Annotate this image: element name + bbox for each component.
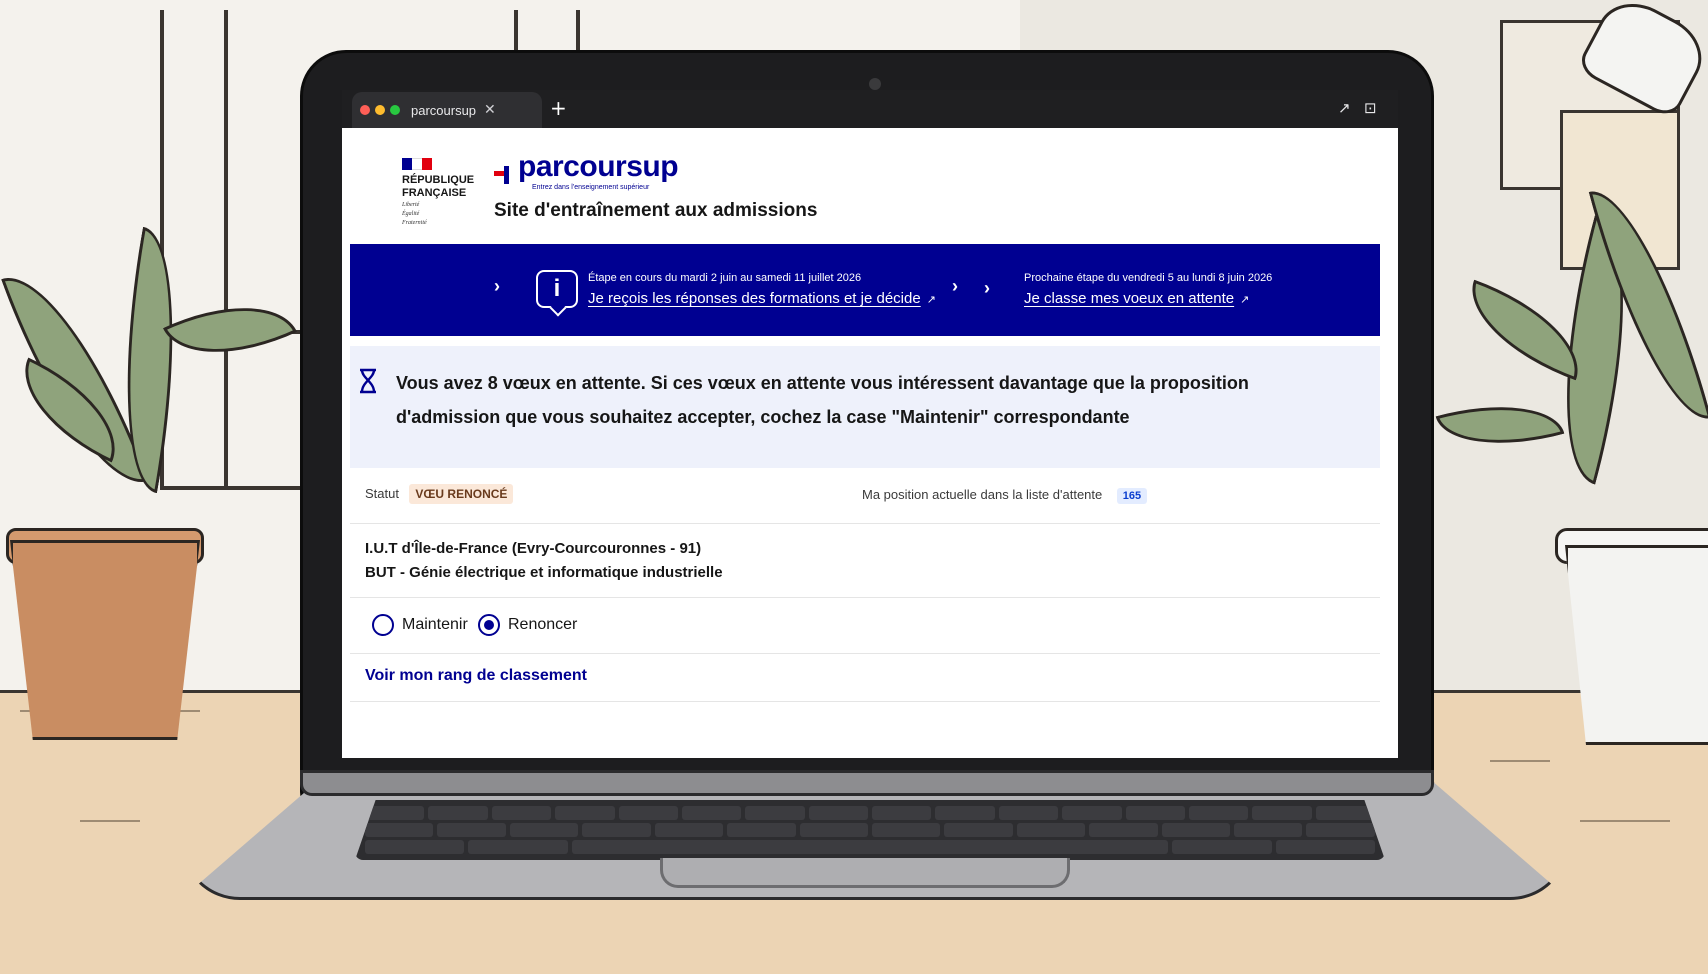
- next-step-link[interactable]: Je classe mes voeux en attente ↗: [1024, 290, 1249, 307]
- external-link-icon: ↗: [1240, 294, 1250, 306]
- external-link-icon: ↗: [926, 294, 936, 306]
- illustrated-scene: parcoursup ✕ + ↗ ⊡ RÉPUBLIQUE FRANÇAISE …: [0, 0, 1708, 974]
- choice-row: Maintenir Renoncer: [350, 598, 1380, 654]
- status-badge: VŒU RENONCÉ: [409, 484, 514, 504]
- alert-text: Vous avez 8 vœux en attente. Si ces vœux…: [396, 373, 1249, 427]
- window-icon[interactable]: ⊡: [1364, 99, 1377, 117]
- webcam: [869, 78, 881, 90]
- option-keep[interactable]: Maintenir: [372, 614, 468, 636]
- position-badge: 165: [1116, 488, 1148, 504]
- motto-3: Fraternité: [402, 220, 427, 226]
- republic-line-1: RÉPUBLIQUE: [402, 174, 475, 186]
- rank-row: Voir mon rang de classement: [350, 654, 1380, 702]
- option-renounce[interactable]: Renoncer: [478, 614, 577, 636]
- keep-radio[interactable]: [372, 614, 394, 636]
- school-name: I.U.T d'Île-de-France (Evry-Courcouronne…: [365, 540, 702, 557]
- site-header: RÉPUBLIQUE FRANÇAISE Liberté Égalité Fra…: [342, 128, 1398, 244]
- rank-link[interactable]: Voir mon rang de classement: [365, 667, 587, 685]
- maximize-window-dot[interactable]: [390, 105, 400, 115]
- browser-window: parcoursup ✕ + ↗ ⊡ RÉPUBLIQUE FRANÇAISE …: [342, 90, 1398, 758]
- logo-tagline: Entrez dans l'enseignement supérieur: [532, 184, 650, 191]
- new-tab-button[interactable]: +: [550, 96, 567, 120]
- close-tab-icon[interactable]: ✕: [484, 102, 496, 118]
- status-group: Statut VŒU RENONCÉ: [365, 484, 514, 504]
- status-label: Statut: [365, 486, 399, 501]
- renounce-label[interactable]: Renoncer: [508, 616, 577, 634]
- motto-1: Liberté: [402, 202, 420, 208]
- logo-word: parcoursup: [518, 150, 679, 183]
- keep-label[interactable]: Maintenir: [402, 616, 468, 634]
- motto-2: Égalité: [402, 211, 420, 217]
- chevron-right-icon: ›: [984, 278, 990, 298]
- republic-line-2: FRANÇAISE: [402, 187, 467, 199]
- renounce-radio[interactable]: [478, 614, 500, 636]
- wish-card: Statut VŒU RENONCÉ Ma position actuelle …: [350, 468, 1380, 758]
- browser-tab[interactable]: parcoursup ✕: [352, 92, 542, 128]
- plant-pot-right: [1565, 545, 1708, 745]
- parcoursup-mark-icon: [494, 162, 516, 184]
- touchpad: [660, 858, 1070, 888]
- site-title: Site d'entraînement aux admissions: [494, 200, 818, 221]
- page-content: RÉPUBLIQUE FRANÇAISE Liberté Égalité Fra…: [342, 128, 1398, 758]
- info-icon: i: [536, 270, 578, 308]
- waiting-list-alert: Vous avez 8 vœux en attente. Si ces vœux…: [350, 346, 1380, 468]
- position-label: Ma position actuelle dans la liste d'att…: [862, 487, 1103, 502]
- plant-pot-left: [10, 540, 200, 740]
- steps-banner: › i Étape en cours du mardi 2 juin au sa…: [350, 244, 1380, 336]
- tab-bar: parcoursup ✕ + ↗ ⊡: [342, 90, 1398, 128]
- current-step-link[interactable]: Je reçois les réponses des formations et…: [588, 290, 936, 307]
- expand-icon[interactable]: ↗: [1338, 99, 1351, 117]
- current-step-date: Étape en cours du mardi 2 juin au samedi…: [588, 272, 862, 284]
- parcoursup-logo[interactable]: parcoursup: [494, 150, 679, 184]
- chevron-right-icon: ›: [952, 276, 958, 296]
- formation-row: I.U.T d'Île-de-France (Evry-Courcouronne…: [350, 524, 1380, 598]
- position-group: Ma position actuelle dans la liste d'att…: [862, 486, 1148, 504]
- flag-icon: [402, 158, 432, 170]
- program-name: BUT - Génie électrique et informatique i…: [365, 564, 723, 581]
- keyboard: [355, 800, 1385, 860]
- next-step-date: Prochaine étape du vendredi 5 au lundi 8…: [1024, 272, 1273, 284]
- hourglass-icon: [360, 368, 376, 394]
- tab-title: parcoursup: [411, 102, 477, 118]
- chevron-right-icon: ›: [494, 276, 500, 296]
- status-row: Statut VŒU RENONCÉ Ma position actuelle …: [350, 468, 1380, 524]
- close-window-dot[interactable]: [360, 105, 370, 115]
- laptop-hinge: [300, 770, 1434, 796]
- republique-francaise-logo: RÉPUBLIQUE FRANÇAISE Liberté Égalité Fra…: [402, 158, 478, 227]
- minimize-window-dot[interactable]: [375, 105, 385, 115]
